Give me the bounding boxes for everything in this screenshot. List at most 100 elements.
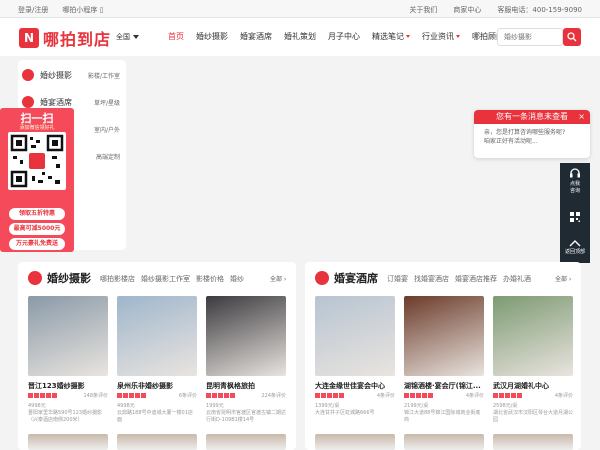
listing-image[interactable] <box>404 434 484 450</box>
nav-item-label: 婚纱摄影 <box>196 32 228 41</box>
listing-name[interactable]: 晋江123婚纱摄影 <box>28 381 108 391</box>
listing-image[interactable] <box>315 434 395 450</box>
view-all-link[interactable]: 全部 › <box>555 274 571 283</box>
rating-stars <box>117 393 146 398</box>
nav-item-5[interactable]: 精选笔记 <box>372 31 410 42</box>
listing-name[interactable]: 武汉月湖婚礼中心 <box>493 381 573 391</box>
section-tag[interactable]: 订婚宴 <box>387 274 408 284</box>
listing-card[interactable]: 武汉月湖婚礼中心 4条评价 2598元/桌 湖北省武汉市汉阳区琴台大道月湖公园 <box>493 296 573 424</box>
nav-item-4[interactable]: 月子中心 <box>328 31 360 42</box>
nav-item-label: 首页 <box>168 32 184 41</box>
listing-card[interactable]: 晋江123婚纱摄影 148条评价 4998元 晋阳家里华路590号123婚纱摄影（兴泰… <box>28 296 108 424</box>
chevron-down-icon <box>406 35 410 38</box>
chat-popup[interactable]: 您有一条消息未查看 × 亲，您是打算咨询哪些服务呢? 咱家正好有活动呢... <box>474 110 590 158</box>
listing-name[interactable]: 泉州乐非婚纱摄影 <box>117 381 197 391</box>
category-sub: 草坪/星级 <box>93 100 120 107</box>
review-count: 4条评价 <box>465 393 484 399</box>
review-count: 224条评价 <box>261 393 286 399</box>
listing-image[interactable] <box>206 434 286 450</box>
category-name: 婚纱摄影 <box>40 71 72 80</box>
chat-title: 您有一条消息未查看 <box>474 110 590 124</box>
section-title: 婚纱摄影 <box>47 272 91 285</box>
nav-item-3[interactable]: 婚礼策划 <box>284 31 316 42</box>
close-icon[interactable]: × <box>578 112 585 121</box>
listing-card[interactable]: 大连金缘世佳宴会中心 4条评价 1399元/桌 大连甘井子区虹城路666号 <box>315 296 395 417</box>
nav-item-2[interactable]: 婚宴酒席 <box>240 31 272 42</box>
consult-button[interactable]: 点我 咨询 <box>560 163 590 196</box>
main-nav: 首页 婚纱摄影 婚宴酒席 婚礼策划 月子中心 精选笔记 行业资讯 哪拍顾问 <box>168 31 516 42</box>
category-sub: 影楼/工作室 <box>87 73 120 80</box>
listing-address: 云鼎路188号中迪城大厦一楼01店面 <box>117 410 193 423</box>
section-tag[interactable]: 办婚礼酒 <box>503 274 531 284</box>
section-tag[interactable]: 哪拍影楼店 <box>100 274 135 284</box>
rating-stars <box>404 393 433 398</box>
listing-image[interactable] <box>404 296 484 376</box>
promo-pill-2[interactable]: 最高可减5000元 <box>9 223 65 235</box>
section-tag[interactable]: 婚纱 <box>230 274 244 284</box>
listing-price: 1399元/桌 <box>315 403 340 409</box>
chat-body-line1: 亲，您是打算咨询哪些服务呢? <box>484 129 566 136</box>
logo-text: 哪拍到店 <box>43 30 112 49</box>
phone-icon: ▯ <box>99 6 104 14</box>
promo-pill-3[interactable]: 万元豪礼免费送 <box>9 238 65 250</box>
section-tag[interactable]: 影楼价格 <box>196 274 224 284</box>
view-all-link[interactable]: 全部 › <box>270 274 286 283</box>
merchant-link[interactable]: 商家中心 <box>453 5 481 15</box>
search-icon <box>567 32 577 42</box>
consult-label-1: 点我 <box>569 181 580 187</box>
listing-image[interactable] <box>117 434 197 450</box>
service-phone: 客服电话：400-159-9090 <box>497 6 582 14</box>
section-title: 婚宴酒席 <box>334 272 378 285</box>
section-tag[interactable]: 找婚宴酒店 <box>414 274 449 284</box>
section-tag[interactable]: 婚宴酒店推荐 <box>455 274 497 284</box>
listing-card[interactable]: 昆明青枫格旅拍 224条评价 1999元 云南省昆明市官渡区官渡古镇二期达行街D-10… <box>206 296 286 424</box>
section-tag[interactable]: 婚纱摄影工作室 <box>141 274 190 284</box>
search-button[interactable] <box>563 28 581 46</box>
qr-subtitle: 添加微信领好礼 <box>19 125 55 131</box>
section-tags: 哪拍影楼店 婚纱摄影工作室 影楼价格 婚纱 <box>100 274 260 284</box>
listing-image[interactable] <box>493 296 573 376</box>
top-bar: 登录/注册 哪拍小程序 ▯ 关于我们 商家中心 客服电话：400-159-909… <box>0 0 600 18</box>
mini-program-link[interactable]: 哪拍小程序 ▯ <box>62 5 103 15</box>
nav-item-label: 婚宴酒席 <box>240 32 272 41</box>
listing-name[interactable]: 大连金缘世佳宴会中心 <box>315 381 395 391</box>
listing-image[interactable] <box>117 296 197 376</box>
category-icon <box>22 69 34 81</box>
nav-item-6[interactable]: 行业资讯 <box>422 31 460 42</box>
nav-item-label: 行业资讯 <box>422 32 454 41</box>
qr-code-button[interactable] <box>560 203 590 231</box>
category-sub: 高端定制 <box>95 154 120 161</box>
listing-name[interactable]: 湖锦酒楼·宴会厅(锦江... <box>404 381 484 391</box>
view-all-label: 全部 <box>555 276 568 283</box>
category-item-0[interactable]: 婚纱摄影 影楼/工作室 <box>18 66 126 84</box>
nav-item-0[interactable]: 首页 <box>168 31 184 42</box>
listing-address: 大连甘井子区虹城路666号 <box>315 410 375 416</box>
promo-pill-1[interactable]: 领取五折特惠 <box>9 208 65 220</box>
city-selector[interactable]: 全国 <box>116 32 139 42</box>
listing-address: 晋阳家里华路590号123婚纱摄影（兴泰酒店南侧200米） <box>28 410 103 423</box>
rating-stars <box>315 393 344 398</box>
headset-icon <box>570 168 580 178</box>
login-link[interactable]: 登录/注册 <box>18 5 48 15</box>
back-to-top-button[interactable]: 返回顶部 <box>560 233 590 263</box>
listing-image[interactable] <box>206 296 286 376</box>
about-link[interactable]: 关于我们 <box>409 5 437 15</box>
listing-image[interactable] <box>315 296 395 376</box>
listing-image[interactable] <box>493 434 573 450</box>
listing-card[interactable]: 泉州乐非婚纱摄影 6条评价 4998元 云鼎路188号中迪城大厦一楼01店面 <box>117 296 197 424</box>
listing-image[interactable] <box>28 296 108 376</box>
hero-banner <box>130 56 600 262</box>
qr-panel: 扫一扫 添加微信领好礼 领取五折特惠 最高可减5000元 万元豪礼免费送 <box>0 108 74 252</box>
review-count: 4条评价 <box>376 393 395 399</box>
floating-sidebar: 点我 咨询 返回顶部 <box>560 163 590 263</box>
chevron-down-icon <box>133 35 139 39</box>
nav-item-1[interactable]: 婚纱摄影 <box>196 31 228 42</box>
listing-card[interactable]: 湖锦酒楼·宴会厅(锦江... 4条评价 2199元/桌 锦江大道88号锦江国际城商业街… <box>404 296 484 424</box>
listing-name[interactable]: 昆明青枫格旅拍 <box>206 381 286 391</box>
qr-code <box>8 132 66 190</box>
logo[interactable]: N 哪拍到店 <box>19 26 111 50</box>
qr-icon <box>570 212 580 222</box>
rating-stars <box>206 393 235 398</box>
search-input[interactable] <box>504 33 556 41</box>
listing-image[interactable] <box>28 434 108 450</box>
